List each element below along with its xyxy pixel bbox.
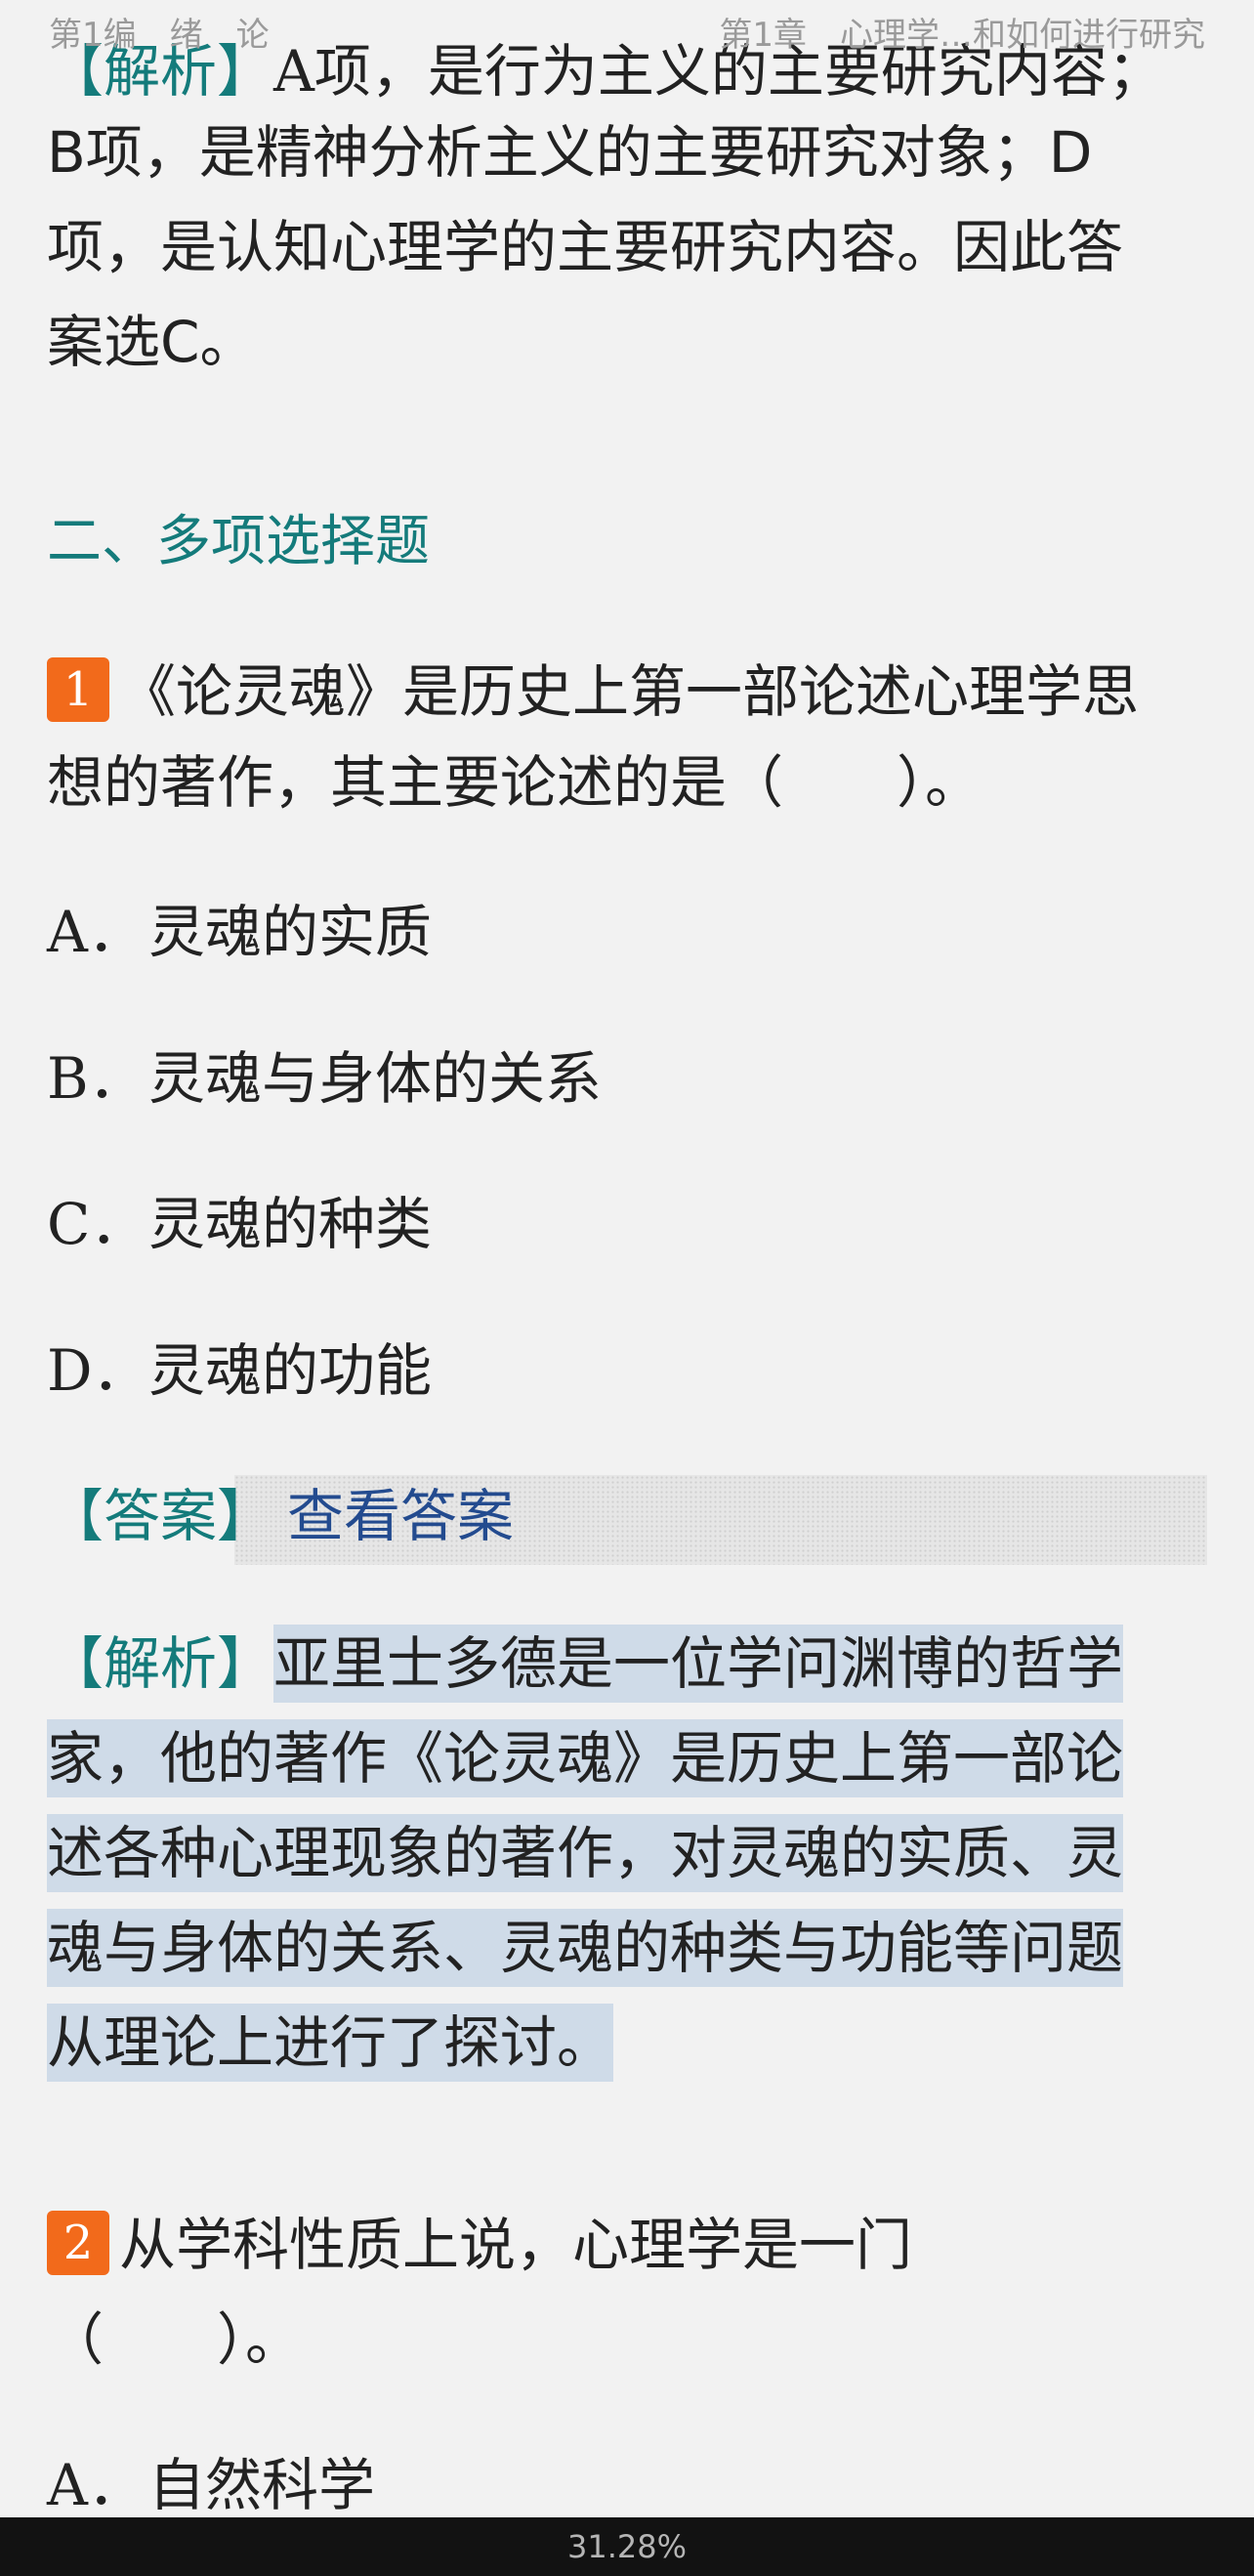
- question-1-line2: 想的著作，其主要论述的是（ ）。: [47, 749, 982, 816]
- explanation-line2: 家，他的著作《论灵魂》是历史上第一部论: [47, 1711, 1209, 1806]
- explanation-line4: 魂与身体的关系、灵魂的种类与功能等问题: [47, 1901, 1209, 1996]
- answer-tag: 【答案】: [47, 1483, 274, 1549]
- explanation-line3: 述各种心理现象的著作，对灵魂的实质、灵: [47, 1806, 1209, 1901]
- option-letter: A．: [47, 899, 145, 965]
- option-a: A．自然科学: [47, 2446, 375, 2524]
- question-1-line1: 1 《论灵魂》是历史上第一部论述心理学思: [47, 645, 1209, 739]
- highlighted-text[interactable]: 魂与身体的关系、灵魂的种类与功能等问题: [47, 1909, 1124, 1987]
- reading-progress-bar: 31.28%: [0, 2517, 1254, 2576]
- option-text: 灵魂的功能: [148, 1337, 433, 1404]
- option-d: D．灵魂的功能: [47, 1331, 432, 1410]
- option-b: B．灵魂与身体的关系: [47, 1039, 602, 1118]
- option-a: A．灵魂的实质: [47, 893, 432, 971]
- answer-row: 【答案】 查看答案: [47, 1477, 514, 1555]
- highlighted-text[interactable]: 亚里士多德是一位学问渊博的哲学: [273, 1625, 1124, 1703]
- option-text: 灵魂的种类: [148, 1191, 433, 1257]
- view-answer-link[interactable]: 查看答案: [287, 1483, 514, 1549]
- question-number-badge: 1: [47, 657, 109, 722]
- explanation-line5: 从理论上进行了探讨。: [47, 1996, 1209, 2090]
- explanation-tag: 【解析】: [47, 1630, 274, 1697]
- option-letter: C．: [47, 1191, 147, 1257]
- question-number-badge: 2: [47, 2211, 109, 2275]
- reading-progress-text: 31.28%: [566, 2528, 687, 2565]
- option-text: 自然科学: [148, 2452, 376, 2518]
- question-2-line1: 2 从学科性质上说，心理学是一门: [47, 2198, 1209, 2293]
- question-2-line2: （ ）。: [47, 2306, 303, 2373]
- prev-explanation-line4: 案选C。: [47, 309, 257, 375]
- option-c: C．灵魂的种类: [47, 1185, 432, 1263]
- option-text: 灵魂的实质: [148, 899, 433, 965]
- header-part-title: 第1编 绪 论: [49, 16, 270, 55]
- highlighted-text[interactable]: 家，他的著作《论灵魂》是历史上第一部论: [47, 1719, 1124, 1797]
- reader-header: 第1编 绪 论 第1章 心理学…和如何进行研究: [0, 0, 1254, 61]
- highlighted-text[interactable]: 从理论上进行了探讨。: [47, 2004, 614, 2082]
- highlighted-text[interactable]: 述各种心理现象的著作，对灵魂的实质、灵: [47, 1814, 1124, 1892]
- option-letter: A．: [47, 2452, 145, 2518]
- question-2-text: 从学科性质上说，心理学是一门: [119, 2212, 913, 2278]
- prev-explanation-line3: 项，是认知心理学的主要研究内容。因此答: [47, 214, 1124, 280]
- section-title: 二、多项选择题: [47, 510, 430, 573]
- header-chapter-title: 第1章 心理学…和如何进行研究: [719, 16, 1205, 55]
- option-letter: D．: [47, 1337, 149, 1404]
- option-text: 灵魂与身体的关系: [148, 1045, 603, 1112]
- prev-explanation-line2: B项，是精神分析主义的主要研究对象；D: [47, 119, 1093, 186]
- question-1-text: 《论灵魂》是历史上第一部论述心理学思: [119, 658, 1140, 725]
- explanation-line1: 【解析】亚里士多德是一位学问渊博的哲学: [47, 1617, 1209, 1711]
- option-letter: B．: [47, 1045, 146, 1112]
